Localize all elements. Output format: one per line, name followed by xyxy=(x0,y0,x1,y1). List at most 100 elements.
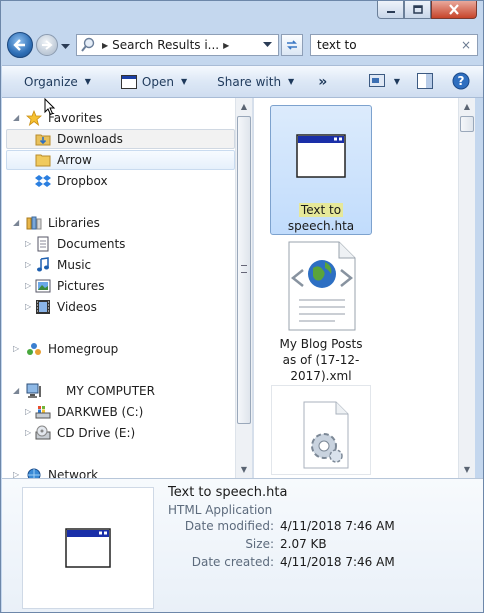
downloads-folder-icon xyxy=(35,131,51,147)
help-icon: ? xyxy=(452,72,470,90)
breadcrumb-separator-end[interactable]: ▶ xyxy=(223,41,229,50)
preview-pane-button[interactable] xyxy=(414,70,436,92)
nav-music[interactable]: Music xyxy=(35,255,91,275)
details-modified-value[interactable]: 4/11/2018 7:46 AM xyxy=(280,519,395,533)
nav-drive-c[interactable]: DARKWEB (C:) xyxy=(35,402,143,422)
film-strip-icon xyxy=(35,299,51,315)
documents-icon xyxy=(35,236,51,252)
cd-drive-icon xyxy=(35,425,51,441)
nav-arrow-label: Arrow xyxy=(57,153,92,167)
scroll-down-icon[interactable]: ▼ xyxy=(459,461,475,478)
open-button[interactable]: Open ▼ xyxy=(120,74,188,89)
expand-music-icon[interactable]: ▷ xyxy=(25,260,31,269)
nav-drive-e[interactable]: CD Drive (E:) xyxy=(35,423,135,443)
maximize-button[interactable] xyxy=(404,1,431,19)
file-item-config[interactable] xyxy=(270,385,372,478)
application-icon xyxy=(296,134,346,178)
breadcrumb-search-results[interactable]: Search Results i... xyxy=(112,38,219,52)
chevron-down-icon: ▼ xyxy=(180,77,188,86)
xml-document-icon xyxy=(285,240,357,332)
details-size-row: Size: 2.07 KB xyxy=(168,537,468,553)
details-created-label: Date created: xyxy=(191,555,274,569)
expand-homegroup-icon[interactable]: ▷ xyxy=(13,344,19,353)
file-item-blog-posts[interactable]: My Blog Posts as of (17-12-2017).xml xyxy=(270,240,372,383)
back-button[interactable] xyxy=(7,32,33,58)
refresh-button[interactable] xyxy=(281,34,303,56)
scrollbar-thumb[interactable] xyxy=(237,116,251,424)
share-with-button[interactable]: Share with ▼ xyxy=(217,75,294,89)
scroll-up-icon[interactable]: ▲ xyxy=(459,98,475,115)
nav-pictures[interactable]: Pictures xyxy=(35,276,105,296)
back-arrow-icon xyxy=(13,39,25,51)
address-dropdown-icon[interactable] xyxy=(263,42,272,48)
caption-buttons xyxy=(377,1,477,21)
nav-computer[interactable]: MY COMPUTER xyxy=(26,381,155,401)
breadcrumb-separator[interactable]: ▶ xyxy=(102,41,108,50)
search-location-icon xyxy=(81,37,95,52)
dropbox-icon xyxy=(35,173,51,189)
close-icon xyxy=(449,4,459,15)
pictures-icon xyxy=(35,278,51,294)
expand-drive-e-icon[interactable]: ▷ xyxy=(25,428,31,437)
forward-button[interactable] xyxy=(36,34,58,56)
expand-favorites-icon[interactable]: ◢ xyxy=(13,113,19,122)
details-file-type: HTML Application xyxy=(168,503,273,517)
search-input[interactable]: text to × xyxy=(310,34,478,56)
nav-libraries-label: Libraries xyxy=(48,216,100,230)
folder-icon xyxy=(35,152,51,168)
application-icon xyxy=(120,74,137,89)
chevron-down-icon: ▼ xyxy=(288,77,295,86)
file-name-blog-posts: My Blog Posts as of (17-12-2017).xml xyxy=(279,337,363,383)
nav-dropbox[interactable]: Dropbox xyxy=(35,171,108,191)
minimize-button[interactable] xyxy=(377,1,404,19)
recent-pages-dropdown[interactable] xyxy=(61,39,70,53)
nav-downloads-label: Downloads xyxy=(57,132,123,146)
scroll-up-icon[interactable]: ▲ xyxy=(236,98,252,115)
nav-arrow[interactable]: Arrow xyxy=(35,150,92,170)
expand-network-icon[interactable]: ▷ xyxy=(13,470,19,478)
address-bar[interactable]: ▶ Search Results i... ▶ xyxy=(76,34,279,56)
clear-search-icon[interactable]: × xyxy=(461,35,471,55)
nav-libraries[interactable]: Libraries xyxy=(26,213,100,233)
preview-pane-icon xyxy=(417,73,433,89)
details-size-label: Size: xyxy=(245,537,274,551)
close-button[interactable] xyxy=(431,1,477,19)
expand-computer-icon[interactable]: ◢ xyxy=(13,386,19,395)
homegroup-icon xyxy=(26,341,42,357)
change-view-dropdown[interactable]: ▼ xyxy=(392,70,402,92)
organize-button[interactable]: Organize ▼ xyxy=(24,75,91,89)
computer-icon xyxy=(26,383,42,399)
expand-pictures-icon[interactable]: ▷ xyxy=(25,281,31,290)
nav-downloads[interactable]: Downloads xyxy=(35,129,123,149)
chevron-down-icon xyxy=(61,44,70,49)
details-thumbnail xyxy=(22,487,154,609)
nav-computer-label: MY COMPUTER xyxy=(66,384,155,398)
chevron-down-icon: ▼ xyxy=(84,77,91,86)
search-results-view: Text to speech.hta My Blog Posts as of (… xyxy=(254,98,465,478)
expand-documents-icon[interactable]: ▷ xyxy=(25,239,31,248)
nav-homegroup[interactable]: Homegroup xyxy=(26,339,118,359)
scroll-down-icon[interactable]: ▼ xyxy=(236,461,252,478)
star-icon xyxy=(26,110,42,126)
nav-documents[interactable]: Documents xyxy=(35,234,125,254)
libraries-icon xyxy=(26,215,42,231)
help-button[interactable]: ? xyxy=(450,70,472,92)
expand-libraries-icon[interactable]: ◢ xyxy=(13,218,19,227)
scrollbar-thumb[interactable] xyxy=(460,116,474,132)
nav-network[interactable]: Network xyxy=(26,465,98,478)
expand-drive-c-icon[interactable]: ▷ xyxy=(25,407,31,416)
more-commands-button[interactable]: » xyxy=(318,74,327,90)
nav-music-label: Music xyxy=(57,258,92,272)
refresh-icon xyxy=(287,40,297,50)
nav-favorites[interactable]: Favorites xyxy=(26,108,102,128)
details-modified-row: Date modified: 4/11/2018 7:46 AM xyxy=(168,519,468,535)
navigation-scrollbar[interactable]: ▲ ▼ xyxy=(235,98,252,478)
details-created-value[interactable]: 4/11/2018 7:46 AM xyxy=(280,555,395,569)
expand-videos-icon[interactable]: ▷ xyxy=(25,302,31,311)
change-view-button[interactable] xyxy=(366,70,388,92)
share-with-label: Share with xyxy=(217,74,282,89)
file-item-text-to-speech[interactable]: Text to speech.hta xyxy=(270,105,372,235)
nav-favorites-label: Favorites xyxy=(48,111,103,125)
content-scrollbar[interactable]: ▲ ▼ xyxy=(458,98,475,478)
nav-videos[interactable]: Videos xyxy=(35,297,97,317)
